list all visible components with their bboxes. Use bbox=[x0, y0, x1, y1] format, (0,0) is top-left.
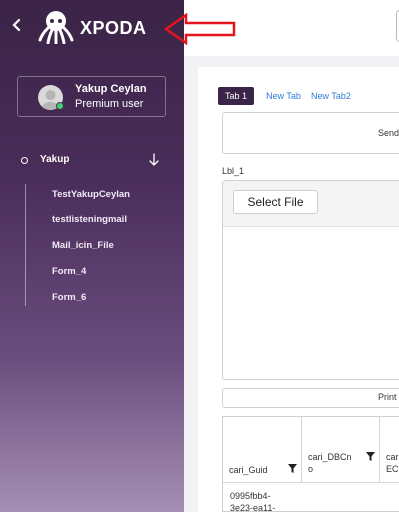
cell-line: 0995fbb4- bbox=[230, 491, 271, 501]
red-arrow-icon bbox=[164, 12, 236, 46]
column-header-cari-dbcno[interactable]: cari_DBCn o bbox=[302, 417, 380, 483]
print-button-label: Print bbox=[378, 392, 397, 402]
sidebar-item-form-6[interactable]: Form_6 bbox=[52, 292, 86, 303]
user-role: Premium user bbox=[75, 98, 144, 110]
tab-new-tab[interactable]: New Tab bbox=[266, 91, 301, 101]
tab-new-tab2[interactable]: New Tab2 bbox=[311, 91, 351, 101]
sidebar-header: XPODA bbox=[0, 0, 184, 56]
column-header-cari-eci[interactable]: cari ECi bbox=[380, 417, 399, 483]
sidebar: XPODA Yakup Ceylan Premium user Yakup Te… bbox=[0, 0, 184, 512]
sidebar-item-testyakupceylan[interactable]: TestYakupCeylan bbox=[52, 189, 130, 200]
print-button[interactable] bbox=[222, 388, 399, 408]
lbl-1-label: Lbl_1 bbox=[222, 166, 245, 176]
brand-name: XPODA bbox=[80, 18, 147, 38]
column-header-cari-guid[interactable]: cari_Guid bbox=[223, 417, 302, 483]
filter-icon[interactable] bbox=[288, 464, 297, 473]
select-file-button[interactable]: Select File bbox=[233, 190, 318, 214]
send-button[interactable] bbox=[222, 112, 399, 154]
column-header-label-wrap: ECi bbox=[386, 464, 399, 474]
column-header-label-wrap: o bbox=[308, 464, 314, 474]
column-header-label: cari_Guid bbox=[229, 465, 268, 475]
user-name: Yakup Ceylan bbox=[75, 83, 147, 95]
tab-tab-1[interactable]: Tab 1 bbox=[218, 87, 255, 105]
octopus-logo-icon[interactable] bbox=[38, 10, 74, 44]
table-cell: 0995fbb4- 3e23-ea11- bbox=[230, 490, 290, 512]
arrow-down-icon[interactable] bbox=[148, 153, 160, 167]
user-card[interactable]: Yakup Ceylan Premium user bbox=[17, 76, 166, 117]
column-header-label: cari_DBCn bbox=[308, 452, 352, 462]
sidebar-item-form-4[interactable]: Form_4 bbox=[52, 266, 86, 277]
chevron-left-icon[interactable] bbox=[10, 15, 24, 35]
send-button-label: Send bbox=[378, 128, 399, 138]
sidebar-section-label: Yakup bbox=[40, 154, 70, 165]
sidebar-item-mail-icin-file[interactable]: Mail_icin_File bbox=[52, 240, 114, 251]
circle-icon bbox=[21, 157, 28, 164]
online-dot-icon bbox=[56, 102, 64, 110]
filter-icon[interactable] bbox=[366, 452, 375, 461]
cell-line: 3e23-ea11- bbox=[230, 503, 276, 512]
sidebar-item-testlisteningmail[interactable]: testlisteningmail bbox=[52, 214, 127, 225]
column-header-label: cari bbox=[386, 452, 399, 462]
tree-line bbox=[25, 184, 26, 306]
sidebar-section-yakup[interactable]: Yakup bbox=[0, 152, 184, 170]
